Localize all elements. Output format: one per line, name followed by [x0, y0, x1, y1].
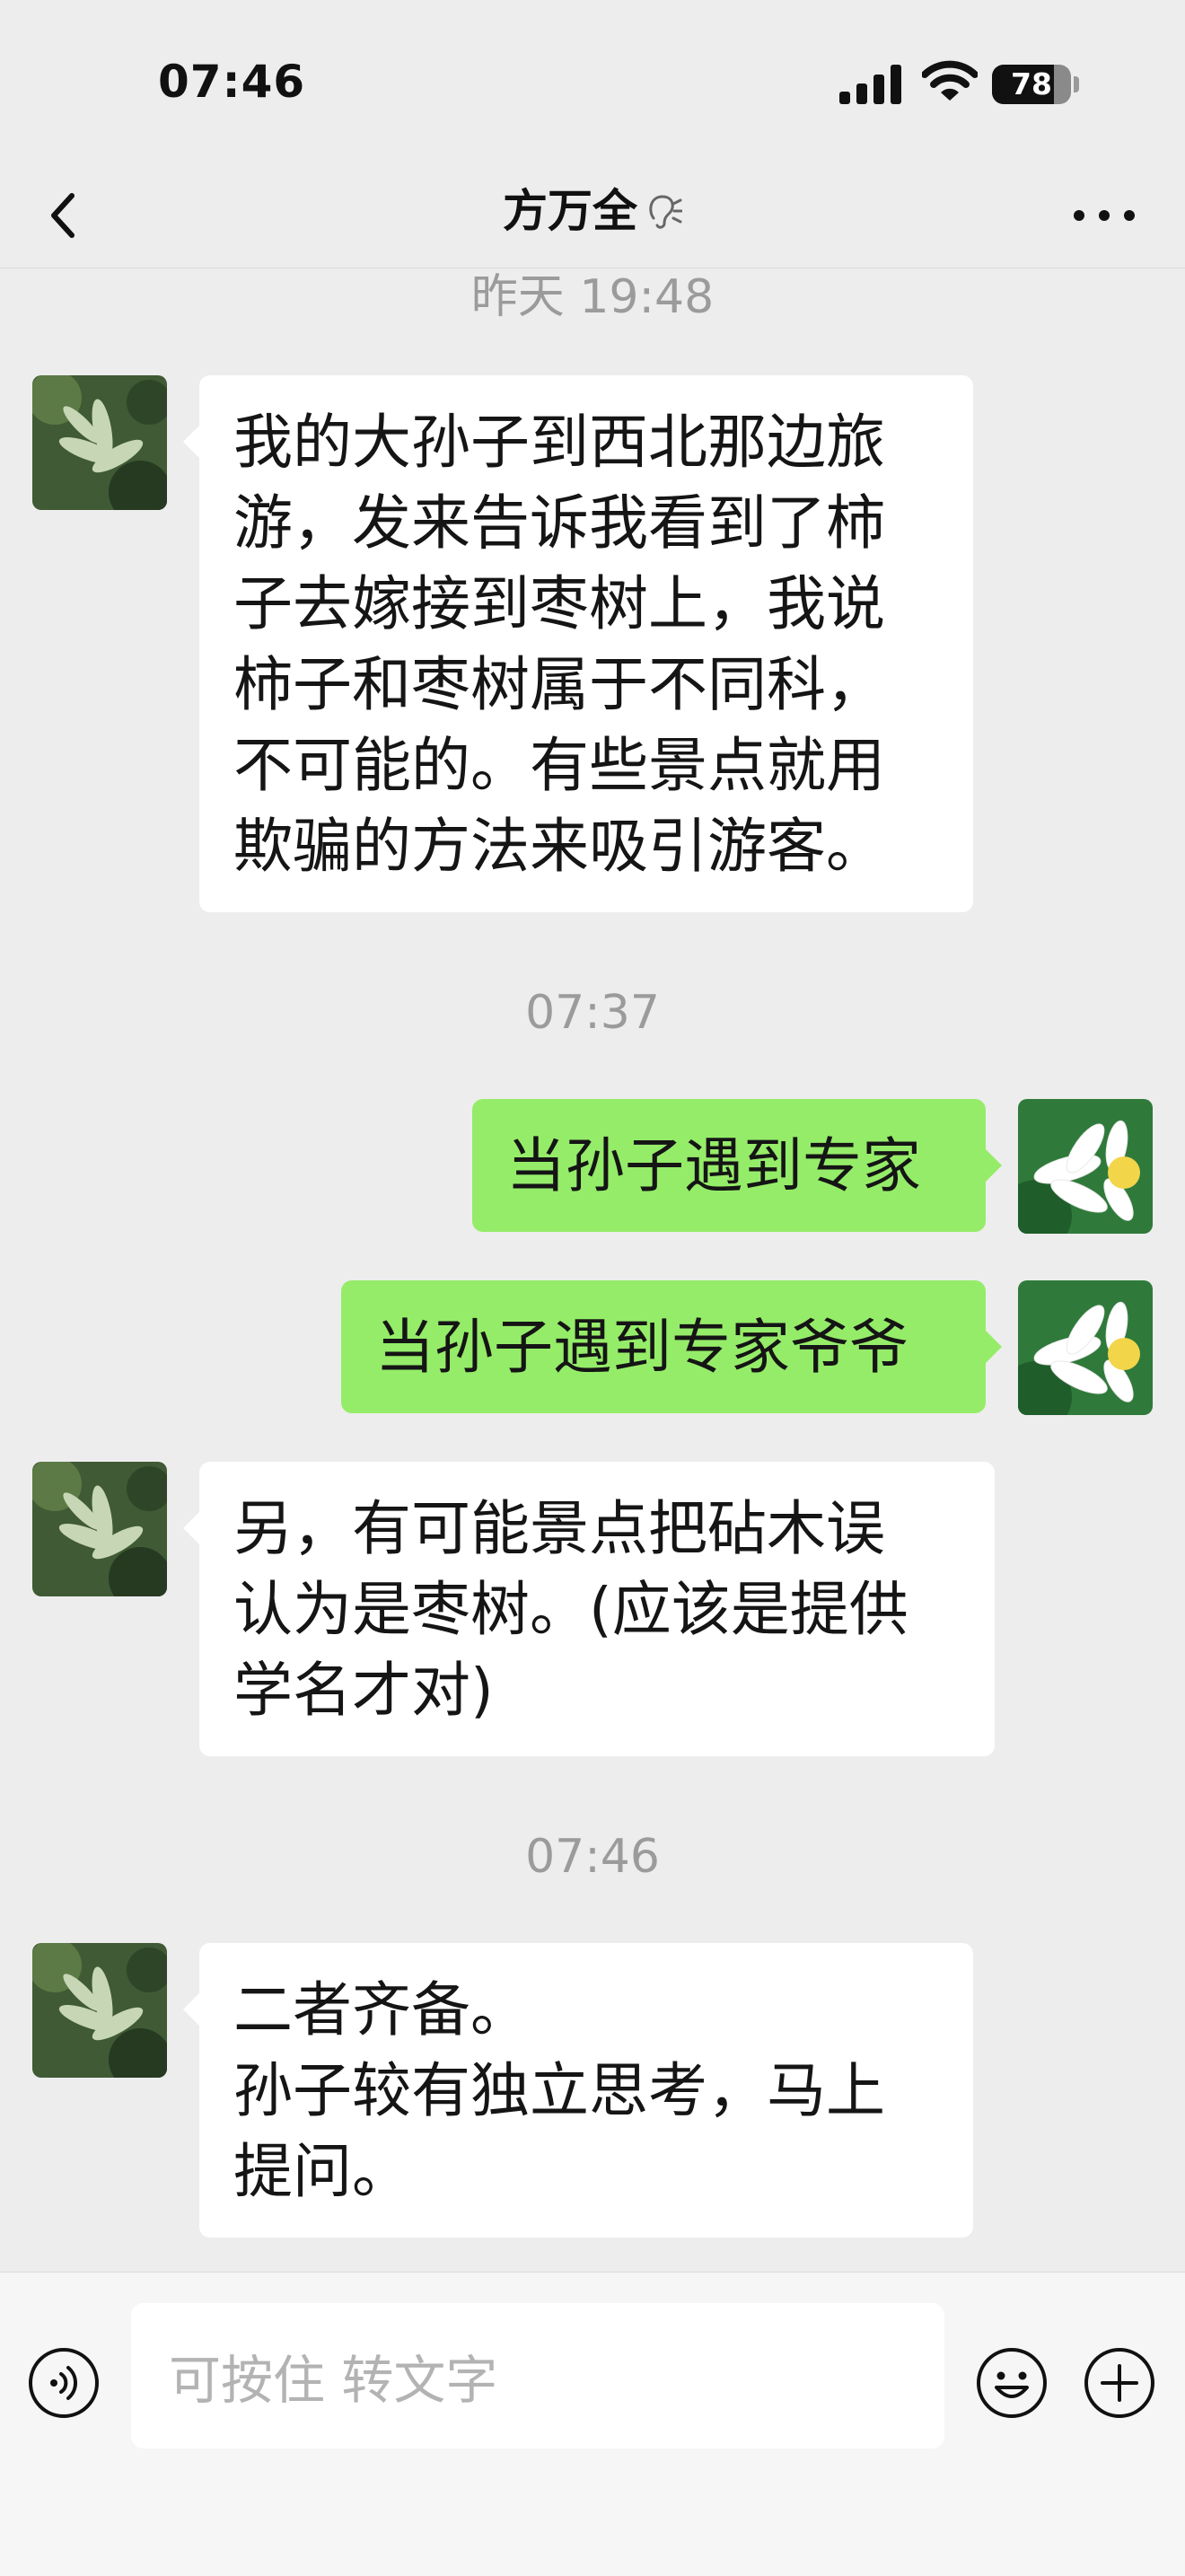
- contact-avatar[interactable]: [32, 375, 167, 510]
- input-placeholder: 可按住 转文字: [169, 2350, 498, 2411]
- message-bubble-received[interactable]: 我的大孙子到西北那边旅 游，发来告诉我看到了柿 子去嫁接到枣树上，我说 柿子和枣…: [183, 375, 973, 912]
- lotus-avatar-image: [1018, 1099, 1153, 1234]
- my-avatar[interactable]: [1018, 1099, 1153, 1234]
- my-avatar[interactable]: [1018, 1280, 1153, 1415]
- message-bubble-sent[interactable]: 当孙子遇到专家爷爷: [341, 1280, 1002, 1413]
- contact-avatar[interactable]: [32, 1462, 167, 1596]
- message-input[interactable]: 可按住 转文字: [131, 2303, 944, 2449]
- timestamp-label: 昨天 19:48: [470, 270, 715, 324]
- chat-title[interactable]: 方万全: [503, 180, 637, 242]
- timestamp-label: 07:37: [525, 986, 660, 1040]
- cellular-signal-icon: [839, 65, 901, 104]
- ear-icon: [649, 195, 682, 229]
- voice-icon[interactable]: [27, 2346, 101, 2420]
- chat-title-area: 方万全: [0, 180, 1185, 242]
- plus-icon[interactable]: [1083, 2346, 1156, 2420]
- more-dots-icon[interactable]: [1068, 189, 1140, 242]
- message-bubble-sent[interactable]: 当孙子遇到专家: [472, 1099, 1002, 1232]
- wifi-icon: [922, 60, 978, 101]
- nav-bar: 方万全: [0, 162, 1185, 268]
- leaf-avatar-image: [32, 375, 167, 510]
- lotus-avatar-image: [1018, 1280, 1153, 1415]
- status-bar: 07:46 78: [0, 0, 1185, 162]
- message-bubble-received[interactable]: 另，有可能景点把砧木误 认为是枣树。(应该是提供 学名才对): [183, 1462, 995, 1756]
- message-bubble-received[interactable]: 二者齐备。 孙子较有独立思考，马上 提问。: [183, 1943, 973, 2238]
- emoji-icon[interactable]: [975, 2346, 1049, 2420]
- leaf-avatar-image: [32, 1943, 167, 2078]
- battery-tip: [1074, 76, 1079, 92]
- status-time: 07:46: [158, 56, 306, 108]
- battery-percent: 78: [1011, 66, 1052, 101]
- input-bar: 可按住 转文字: [0, 2272, 1185, 2576]
- contact-avatar[interactable]: [32, 1943, 167, 2078]
- leaf-avatar-image: [32, 1462, 167, 1596]
- battery-indicator: 78: [992, 65, 1071, 104]
- timestamp-label: 07:46: [525, 1830, 660, 1884]
